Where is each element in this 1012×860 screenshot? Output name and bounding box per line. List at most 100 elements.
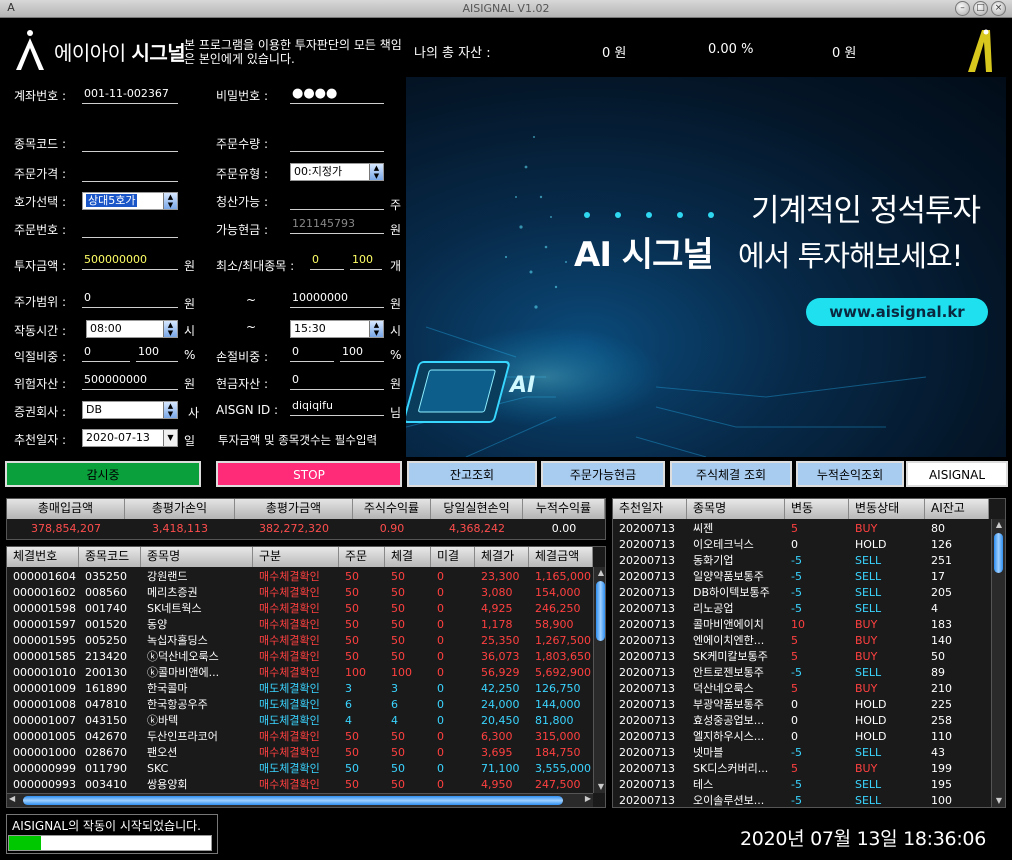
table-row[interactable]: 20200713 콜마비앤에이치 10 BUY 183 xyxy=(613,617,989,633)
cumulative-button[interactable]: 누적손익조회 xyxy=(796,461,904,487)
table-row[interactable]: 000001598 001740 SK네트웍스 매수체결확인 50 50 0 4,925 246… xyxy=(7,601,593,617)
chevron-down-icon[interactable]: ▼ xyxy=(993,795,1005,807)
order-price-field[interactable] xyxy=(82,164,178,182)
exec-header[interactable]: 체결금액 xyxy=(529,547,593,567)
time-end-select[interactable]: 15:30 ▲ ▼ xyxy=(290,320,384,338)
table-row[interactable]: 000001585 213420 ⓚ덕산네오룩스 매수체결확인 50 50 0 36,073 1… xyxy=(7,649,593,665)
table-row[interactable]: 000001007 043150 ⓚ바텍 매도체결확인 4 4 0 20,450 81,800 xyxy=(7,713,593,729)
spin-arrows-icon[interactable]: ▲ ▼ xyxy=(163,402,177,418)
spin-arrows-icon[interactable]: ▲ ▼ xyxy=(369,164,383,180)
banner-url-button[interactable]: www.aisignal.kr xyxy=(806,298,988,326)
min-stocks-field[interactable]: 0 xyxy=(310,252,344,270)
table-row[interactable]: 20200713 엔에이치엔한... 5 BUY 140 xyxy=(613,633,989,649)
time-start-select[interactable]: 08:00 ▲ ▼ xyxy=(86,320,178,338)
maximize-button[interactable]: □ xyxy=(973,1,988,16)
balance-button[interactable]: 잔고조회 xyxy=(407,461,537,487)
table-row[interactable]: 20200713 엘지하우시스... 0 HOLD 110 xyxy=(613,729,989,745)
profit-max-field[interactable]: 100 xyxy=(136,344,178,362)
exec-header[interactable]: 미결 xyxy=(431,547,475,567)
rec-date-picker[interactable]: 2020-07-13 ▼ xyxy=(82,429,178,447)
scroll-thumb[interactable] xyxy=(596,581,605,641)
chevron-up-icon[interactable]: ▲ xyxy=(595,567,605,579)
chevron-down-icon[interactable]: ▼ xyxy=(163,430,177,446)
table-row[interactable]: 000001009 161890 한국콜마 매도체결확인 3 3 0 42,250 126,75… xyxy=(7,681,593,697)
settle-field[interactable] xyxy=(290,192,384,210)
horizontal-scrollbar[interactable]: ◀ ▶ xyxy=(7,793,593,807)
table-row[interactable]: 000001010 200130 ⓚ콜마비앤에... 매수체결확인 100 100 0 56,… xyxy=(7,665,593,681)
password-field[interactable]: ●●●● xyxy=(290,86,384,104)
exec-header[interactable]: 체결 xyxy=(385,547,431,567)
table-row[interactable]: 20200713 SK디스커버리... 5 BUY 199 xyxy=(613,761,989,777)
chevron-left-icon[interactable]: ◀ xyxy=(9,794,15,803)
table-row[interactable]: 20200713 일양약품보통주 -5 SELL 17 xyxy=(613,569,989,585)
exec-header[interactable]: 체결번호 xyxy=(7,547,79,567)
rec-header[interactable]: 변동 xyxy=(785,499,849,519)
profit-min-field[interactable]: 0 xyxy=(82,344,130,362)
table-row[interactable]: 000001005 042670 두산인프라코어 매수체결확인 50 50 0 6,300 31… xyxy=(7,729,593,745)
vertical-scrollbar[interactable]: ▲ ▼ xyxy=(991,519,1005,807)
stop-button[interactable]: STOP xyxy=(216,461,402,487)
invest-field[interactable]: 500000000 xyxy=(82,252,178,270)
order-qty-field[interactable] xyxy=(290,134,384,152)
loss-max-field[interactable]: 100 xyxy=(340,344,384,362)
max-stocks-field[interactable]: 100 xyxy=(350,252,382,270)
aisignal-button[interactable]: AISIGNAL xyxy=(906,461,1008,487)
table-row[interactable]: 20200713 효성중공업보... 0 HOLD 258 xyxy=(613,713,989,729)
table-row[interactable]: 20200713 동화기업 -5 SELL 251 xyxy=(613,553,989,569)
spin-arrows-icon[interactable]: ▲ ▼ xyxy=(369,321,383,337)
scroll-thumb[interactable] xyxy=(23,796,563,805)
table-row[interactable]: 20200713 덕산네오룩스 5 BUY 210 xyxy=(613,681,989,697)
exec-header[interactable]: 주문 xyxy=(339,547,385,567)
table-row[interactable]: 000001000 028670 팬오션 매수체결확인 50 50 0 3,695 184,75… xyxy=(7,745,593,761)
exec-header[interactable]: 구분 xyxy=(253,547,339,567)
chevron-down-icon[interactable]: ▼ xyxy=(595,781,605,793)
rec-header[interactable]: AI잔고 xyxy=(925,499,989,519)
table-row[interactable]: 000001604 035250 강원랜드 매수체결확인 50 50 0 23,300 1,16… xyxy=(7,569,593,585)
table-row[interactable]: 000000999 011790 SKC 매도체결확인 50 50 0 71,100 3,555… xyxy=(7,761,593,777)
vertical-scrollbar[interactable]: ▲ ▼ xyxy=(593,567,605,793)
table-row[interactable]: 20200713 리노공업 -5 SELL 4 xyxy=(613,601,989,617)
table-row[interactable]: 20200713 부광약품보통주 0 HOLD 225 xyxy=(613,697,989,713)
table-row[interactable]: 20200713 안트로젠보통주 -5 SELL 89 xyxy=(613,665,989,681)
table-row[interactable]: 000001602 008560 메리츠증권 매수체결확인 50 50 0 3,080 154,… xyxy=(7,585,593,601)
table-row[interactable]: 000001008 047810 한국항공우주 매도체결확인 6 6 0 24,000 144,… xyxy=(7,697,593,713)
order-no-field[interactable] xyxy=(82,220,178,238)
order-type-select[interactable]: 00:지정가 ▲ ▼ xyxy=(290,163,384,181)
rec-header[interactable]: 종목명 xyxy=(687,499,785,519)
aisgn-field[interactable]: diqiqifu xyxy=(290,398,384,416)
rec-header[interactable]: 변동상태 xyxy=(849,499,925,519)
spin-arrows-icon[interactable]: ▲ ▼ xyxy=(163,321,177,337)
table-row[interactable]: 000001595 005250 녹십자홀딩스 매수체결확인 50 50 0 25,350 1,… xyxy=(7,633,593,649)
risk-field[interactable]: 500000000 xyxy=(82,372,178,390)
quote-select[interactable]: 상대5호가 ▲ ▼ xyxy=(82,192,178,210)
account-field[interactable]: 001-11-002367 xyxy=(82,86,178,104)
spin-arrows-icon[interactable]: ▲ ▼ xyxy=(163,193,177,209)
loss-min-field[interactable]: 0 xyxy=(290,344,334,362)
broker-select[interactable]: DB ▲ ▼ xyxy=(82,401,178,419)
order-cash-button[interactable]: 주문가능현금 xyxy=(541,461,665,487)
execution-table[interactable]: 체결번호 종목코드 종목명 구분 주문 체결 미결 체결가 체결금액 000001604 03525… xyxy=(6,546,606,808)
stock-code-field[interactable] xyxy=(82,134,178,152)
exec-header[interactable]: 종목코드 xyxy=(79,547,141,567)
close-button[interactable]: × xyxy=(991,1,1006,16)
cash-field[interactable]: 0 xyxy=(290,372,384,390)
table-row[interactable]: 20200713 DB하이텍보통주 -5 SELL 205 xyxy=(613,585,989,601)
execution-button[interactable]: 주식체결 조회 xyxy=(670,461,792,487)
table-row[interactable]: 20200713 이오테크닉스 0 HOLD 126 xyxy=(613,537,989,553)
monitoring-button[interactable]: 감시중 xyxy=(5,461,201,487)
table-row[interactable]: 20200713 SK케미칼보통주 5 BUY 50 xyxy=(613,649,989,665)
chevron-up-icon[interactable]: ▲ xyxy=(993,519,1005,531)
table-row[interactable]: 20200713 넷마블 -5 SELL 43 xyxy=(613,745,989,761)
price-min-field[interactable]: 0 xyxy=(82,290,178,308)
chevron-right-icon[interactable]: ▶ xyxy=(585,794,591,803)
recommendation-table[interactable]: 추천일자 종목명 변동 변동상태 AI잔고 20200713 씨젠 5 BUY 80 2020071… xyxy=(612,498,1006,808)
table-row[interactable]: 20200713 씨젠 5 BUY 80 xyxy=(613,521,989,537)
scroll-thumb[interactable] xyxy=(994,533,1003,573)
table-row[interactable]: 000001597 001520 동양 매수체결확인 50 50 0 1,178 58,900 xyxy=(7,617,593,633)
minimize-button[interactable]: – xyxy=(955,1,970,16)
rec-header[interactable]: 추천일자 xyxy=(613,499,687,519)
table-row[interactable]: 20200713 오이솔루션보... -5 SELL 100 xyxy=(613,793,989,807)
exec-header[interactable]: 체결가 xyxy=(475,547,529,567)
table-row[interactable]: 20200713 테스 -5 SELL 195 xyxy=(613,777,989,793)
price-max-field[interactable]: 10000000 xyxy=(290,290,384,308)
